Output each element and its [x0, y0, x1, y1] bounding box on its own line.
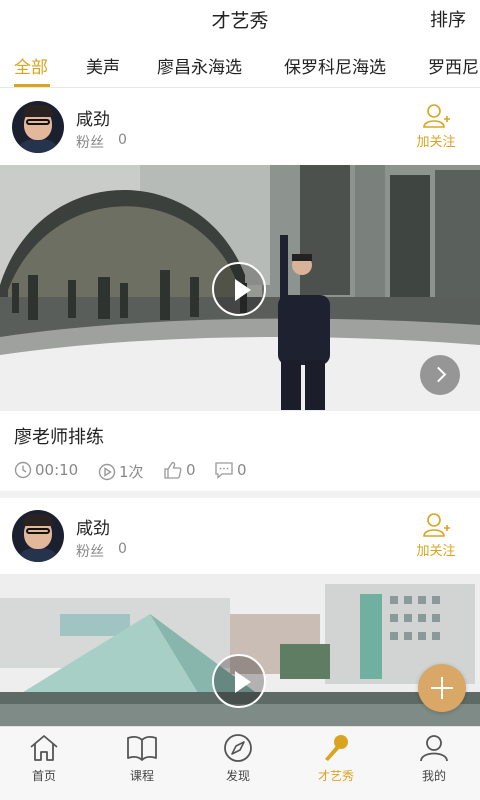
username[interactable]: 咸劲: [76, 105, 110, 130]
book-icon: [127, 736, 157, 761]
follow-label: 加关注: [416, 135, 456, 150]
like-count: 0: [186, 461, 196, 479]
tab-paolo-audition[interactable]: 保罗科尼海选: [284, 53, 386, 78]
nav-talent-show-label: 才艺秀: [317, 769, 354, 783]
nav-discover-label: 发现: [225, 769, 250, 783]
video-thumbnail[interactable]: [0, 165, 480, 411]
fans-label: 粉丝: [76, 544, 104, 560]
post-card: 咸劲 粉丝 0 加关注: [0, 89, 480, 491]
nav-courses-label: 课程: [129, 769, 154, 783]
add-post-button[interactable]: [418, 664, 466, 712]
add-user-icon: [423, 104, 450, 128]
video-thumbnail[interactable]: [0, 574, 480, 726]
plays-text: 1次: [119, 463, 144, 481]
compass-icon: [224, 734, 252, 762]
fans-count: 0: [118, 541, 127, 557]
play-button[interactable]: [212, 654, 266, 708]
like-stat[interactable]: 0: [163, 461, 196, 479]
nav-home-label: 首页: [31, 769, 56, 783]
next-arrow-button[interactable]: [420, 355, 460, 395]
fans-label: 粉丝: [76, 135, 104, 151]
home-icon: [30, 735, 58, 761]
avatar[interactable]: [12, 101, 64, 153]
thumbs-up-icon: [164, 461, 182, 479]
page-title: 才艺秀: [211, 10, 269, 32]
tab-liao-audition[interactable]: 廖昌永海选: [157, 53, 242, 78]
post-feed[interactable]: 咸劲 粉丝 0 加关注 廖老师排练 00:10 1次 0 0 咸劲 粉丝 0 加…: [0, 89, 480, 726]
duration-text: 00:10: [35, 461, 79, 479]
follow-button[interactable]: 加关注: [414, 103, 458, 150]
username[interactable]: 咸劲: [76, 514, 110, 539]
nav-profile-label: 我的: [421, 769, 446, 783]
fans-count: 0: [118, 132, 127, 148]
play-button[interactable]: [212, 262, 266, 316]
follow-label: 加关注: [416, 544, 456, 559]
add-user-icon: [423, 513, 450, 537]
bottom-nav: 首页 课程 发现 才艺秀 我的: [0, 726, 480, 800]
comment-icon: [215, 462, 233, 479]
microphone-icon: [325, 735, 348, 761]
play-count-icon: [98, 463, 116, 481]
comment-count: 0: [237, 461, 247, 479]
post-title[interactable]: 廖老师排练: [0, 411, 480, 451]
nav-talent-show[interactable]: 才艺秀: [296, 733, 376, 784]
nav-profile[interactable]: 我的: [394, 733, 474, 784]
avatar[interactable]: [12, 510, 64, 562]
comment-stat[interactable]: 0: [214, 461, 247, 479]
tab-rossini[interactable]: 罗西尼: [428, 53, 479, 78]
sort-button[interactable]: 排序: [430, 6, 466, 32]
tab-all[interactable]: 全部: [14, 53, 48, 78]
plays-stat: 1次: [98, 461, 144, 482]
tab-bel-canto[interactable]: 美声: [86, 53, 120, 78]
active-tab-indicator: [14, 84, 50, 87]
post-header: 咸劲 粉丝 0 加关注: [0, 498, 480, 574]
post-header: 咸劲 粉丝 0 加关注: [0, 89, 480, 165]
nav-home[interactable]: 首页: [4, 733, 84, 784]
clock-icon: [14, 461, 32, 479]
duration-stat: 00:10: [14, 461, 78, 479]
user-icon: [420, 735, 448, 762]
post-stats: 00:10 1次 0 0: [0, 451, 480, 497]
nav-discover[interactable]: 发现: [198, 733, 278, 784]
category-tabs: 全部 美声 廖昌永海选 保罗科尼海选 罗西尼: [0, 40, 480, 88]
nav-courses[interactable]: 课程: [102, 733, 182, 784]
top-bar: 才艺秀 排序: [0, 0, 480, 38]
post-card: 咸劲 粉丝 0 加关注: [0, 498, 480, 726]
follow-button[interactable]: 加关注: [414, 512, 458, 559]
